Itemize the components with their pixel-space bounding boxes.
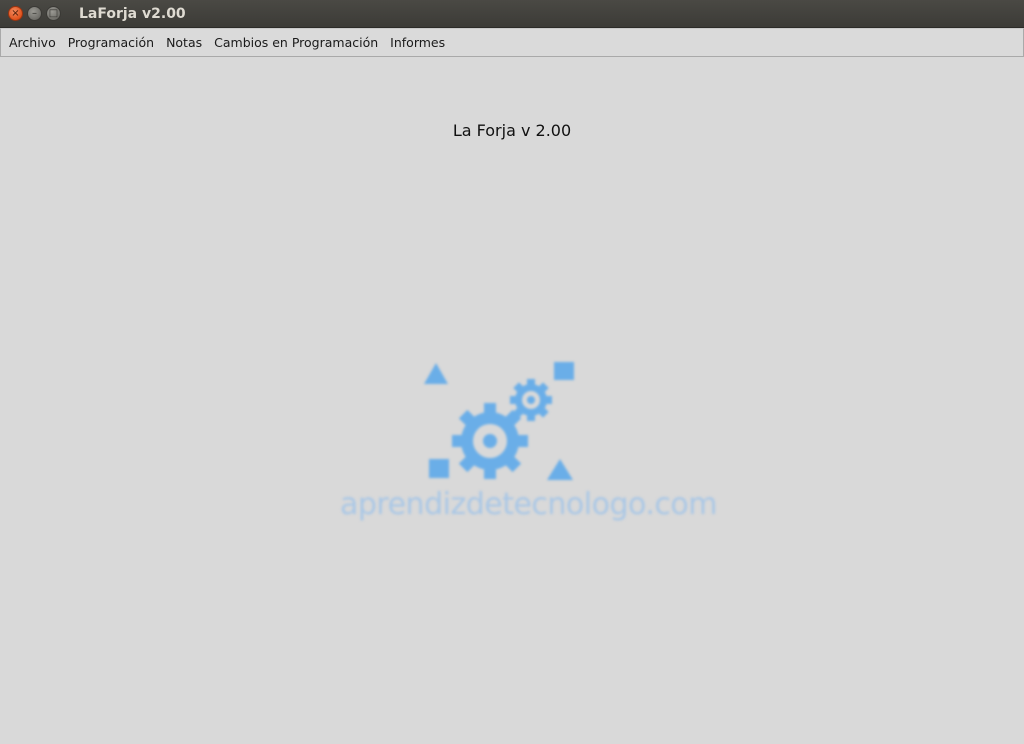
square-shape-bottom	[429, 459, 449, 478]
square-shape-top	[554, 362, 574, 380]
menu-cambios-en-programacion[interactable]: Cambios en Programación	[208, 35, 384, 50]
small-gear-icon	[510, 379, 552, 421]
triangle-shape-bottom	[547, 459, 573, 480]
main-content: La Forja v 2.00 aprendizdetecnologo.com	[0, 57, 1024, 744]
menu-notas[interactable]: Notas	[160, 35, 208, 50]
menu-informes[interactable]: Informes	[384, 35, 451, 50]
app-heading: La Forja v 2.00	[452, 121, 572, 140]
menu-archivo[interactable]: Archivo	[3, 35, 62, 50]
menu-bar: Archivo Programación Notas Cambios en Pr…	[0, 28, 1024, 57]
close-window-button[interactable]: ×	[8, 6, 23, 21]
window-title: LaForja v2.00	[79, 5, 186, 22]
window-controls: × – □	[8, 6, 61, 21]
triangle-shape-top	[424, 363, 448, 384]
aprendizdetecnologo-logo: aprendizdetecnologo.com	[340, 355, 717, 530]
maximize-window-button[interactable]: □	[46, 6, 61, 21]
minimize-window-button[interactable]: –	[27, 6, 42, 21]
menu-programacion[interactable]: Programación	[62, 35, 160, 50]
title-bar: × – □ LaForja v2.00	[0, 0, 1024, 28]
logo-text: aprendizdetecnologo.com	[340, 487, 717, 522]
